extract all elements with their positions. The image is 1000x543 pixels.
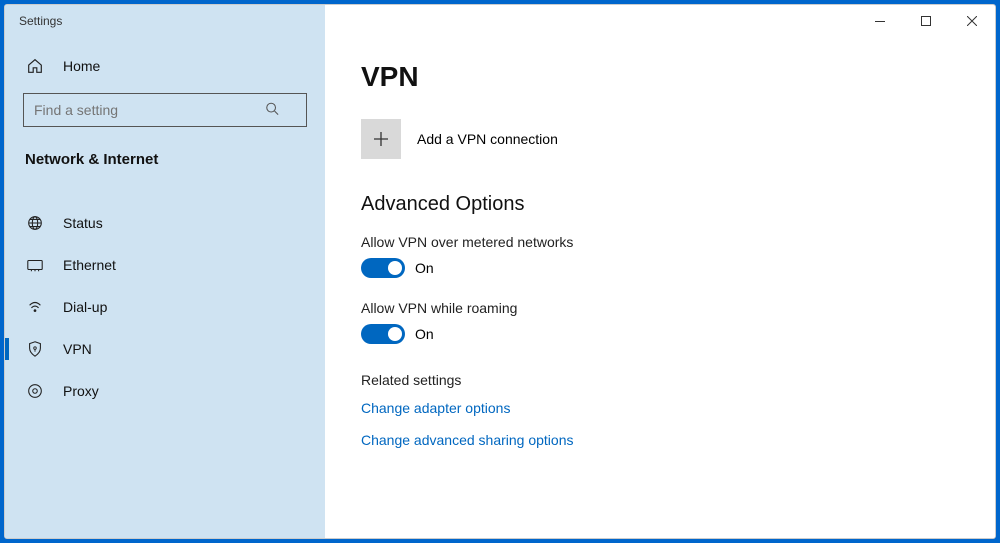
setting-label: Allow VPN while roaming bbox=[361, 300, 959, 316]
setting-metered: Allow VPN over metered networks On bbox=[361, 234, 959, 278]
add-vpn-row[interactable]: Add a VPN connection bbox=[361, 119, 959, 159]
toggle-state: On bbox=[415, 326, 434, 342]
sidebar-item-label: Home bbox=[63, 58, 100, 74]
sidebar-item-label: VPN bbox=[63, 341, 92, 357]
add-tile bbox=[361, 119, 401, 159]
main-content: VPN Add a VPN connection Advanced Option… bbox=[325, 37, 995, 538]
related-settings-header: Related settings bbox=[361, 372, 959, 388]
minimize-button[interactable] bbox=[857, 5, 903, 37]
maximize-icon bbox=[921, 16, 931, 26]
add-vpn-label: Add a VPN connection bbox=[417, 131, 558, 147]
search-wrap bbox=[23, 93, 307, 127]
home-icon bbox=[25, 56, 45, 76]
minimize-icon bbox=[875, 21, 885, 22]
shield-icon bbox=[25, 339, 45, 359]
setting-roaming: Allow VPN while roaming On bbox=[361, 300, 959, 344]
sidebar-item-ethernet[interactable]: Ethernet bbox=[5, 244, 325, 286]
ethernet-icon bbox=[25, 255, 45, 275]
sidebar-item-label: Proxy bbox=[63, 383, 99, 399]
sidebar-spacer bbox=[5, 184, 325, 202]
search-icon bbox=[265, 102, 279, 119]
window-body: Home Network & Internet Status bbox=[5, 37, 995, 538]
sidebar-item-home[interactable]: Home bbox=[5, 45, 325, 87]
dialup-icon bbox=[25, 297, 45, 317]
toggle-row: On bbox=[361, 258, 959, 278]
settings-window: Settings Home bbox=[4, 4, 996, 539]
window-title: Settings bbox=[19, 14, 62, 28]
titlebar: Settings bbox=[5, 5, 995, 37]
globe-icon bbox=[25, 213, 45, 233]
plus-icon bbox=[373, 131, 389, 147]
toggle-row: On bbox=[361, 324, 959, 344]
toggle-state: On bbox=[415, 260, 434, 276]
sidebar-item-vpn[interactable]: VPN bbox=[5, 328, 325, 370]
sidebar-item-label: Dial-up bbox=[63, 299, 107, 315]
setting-label: Allow VPN over metered networks bbox=[361, 234, 959, 250]
sidebar: Home Network & Internet Status bbox=[5, 37, 325, 538]
link-advanced-sharing[interactable]: Change advanced sharing options bbox=[361, 432, 959, 448]
sidebar-item-dialup[interactable]: Dial-up bbox=[5, 286, 325, 328]
proxy-icon bbox=[25, 381, 45, 401]
close-icon bbox=[967, 16, 977, 26]
page-title: VPN bbox=[361, 61, 959, 93]
toggle-roaming[interactable] bbox=[361, 324, 405, 344]
maximize-button[interactable] bbox=[903, 5, 949, 37]
toggle-metered[interactable] bbox=[361, 258, 405, 278]
sidebar-item-label: Status bbox=[63, 215, 103, 231]
link-adapter-options[interactable]: Change adapter options bbox=[361, 400, 959, 416]
sidebar-item-status[interactable]: Status bbox=[5, 202, 325, 244]
sidebar-category: Network & Internet bbox=[5, 143, 325, 184]
sidebar-item-proxy[interactable]: Proxy bbox=[5, 370, 325, 412]
window-controls bbox=[857, 5, 995, 37]
close-button[interactable] bbox=[949, 5, 995, 37]
advanced-options-title: Advanced Options bbox=[361, 193, 959, 216]
sidebar-item-label: Ethernet bbox=[63, 257, 116, 273]
